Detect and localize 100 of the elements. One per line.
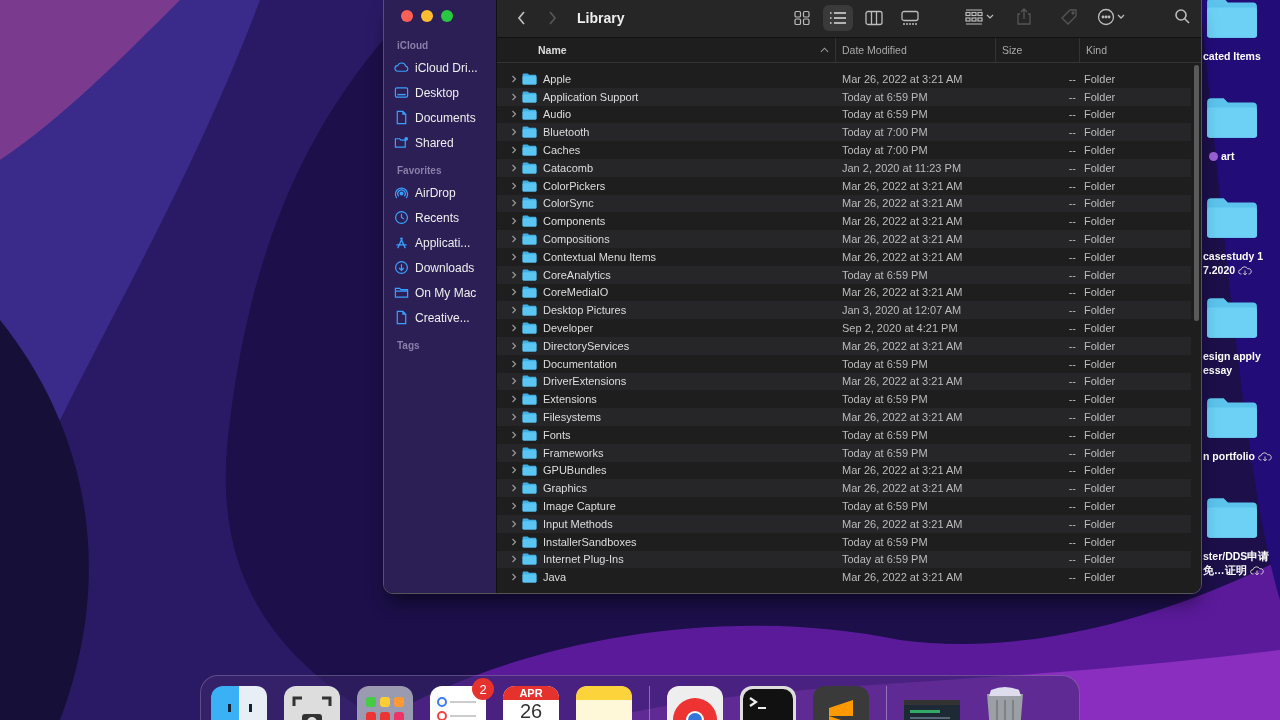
sidebar-item[interactable]: iCloud Dri...	[394, 55, 496, 80]
disclosure-chevron-icon[interactable]	[510, 92, 518, 101]
more-button[interactable]	[1097, 8, 1127, 28]
zoom-button[interactable]	[441, 10, 453, 22]
sidebar-item[interactable]: Documents	[394, 105, 496, 130]
column-header[interactable]: Name	[497, 38, 836, 62]
sidebar-item[interactable]: On My Mac	[394, 280, 496, 305]
file-name[interactable]: Caches	[543, 144, 581, 157]
kind-cell: Folder	[1084, 428, 1116, 441]
folder-icon[interactable]	[1205, 0, 1259, 40]
calendar-app-icon[interactable]: APR 26	[503, 686, 559, 720]
date-cell: Mar 26, 2022 at 3:21 AM	[842, 179, 963, 192]
sidebar-item[interactable]: AirDrop	[394, 180, 496, 205]
file-name[interactable]: Extensions	[543, 393, 597, 406]
scrollbar[interactable]	[1194, 65, 1199, 321]
date-cell: Today at 7:00 PM	[842, 126, 928, 139]
disclosure-chevron-icon[interactable]	[510, 395, 518, 404]
applications-icon	[394, 235, 409, 250]
file-name[interactable]: Developer	[543, 322, 594, 335]
disclosure-chevron-icon[interactable]	[510, 324, 518, 333]
disclosure-chevron-icon[interactable]	[510, 413, 518, 422]
file-name[interactable]: DriverExtensions	[543, 375, 627, 388]
disclosure-chevron-icon[interactable]	[510, 466, 518, 475]
file-name[interactable]: GPUBundles	[543, 464, 607, 477]
file-name[interactable]: Filesystems	[543, 411, 602, 424]
disclosure-chevron-icon[interactable]	[510, 306, 518, 315]
disclosure-chevron-icon[interactable]	[510, 502, 518, 510]
folder-icon	[522, 339, 537, 352]
file-name[interactable]: Compositions	[543, 233, 610, 246]
size-cell: --	[1068, 428, 1076, 441]
disclosure-chevron-icon[interactable]	[510, 252, 518, 261]
column-header[interactable]: Size	[996, 38, 1080, 62]
size-cell: --	[1068, 446, 1076, 459]
folder-icon[interactable]	[1205, 296, 1259, 340]
group-button[interactable]	[965, 8, 995, 28]
disclosure-chevron-icon[interactable]	[510, 181, 518, 190]
file-name[interactable]: Audio	[543, 108, 572, 121]
file-name[interactable]: DirectoryServices	[543, 339, 630, 352]
disclosure-chevron-icon[interactable]	[510, 377, 518, 386]
disclosure-chevron-icon[interactable]	[510, 448, 518, 457]
disclosure-chevron-icon[interactable]	[510, 199, 518, 208]
sidebar-item[interactable]: Downloads	[394, 255, 496, 280]
disclosure-chevron-icon[interactable]	[510, 217, 518, 226]
file-name[interactable]: CoreAnalytics	[543, 268, 611, 281]
disclosure-chevron-icon[interactable]	[510, 341, 518, 350]
column-header[interactable]: Date Modified	[836, 38, 996, 62]
column-header[interactable]: Kind	[1080, 38, 1190, 62]
file-name[interactable]: Java	[543, 571, 567, 584]
sidebar-item[interactable]: Creative...	[394, 305, 496, 330]
folder-icon	[522, 464, 537, 477]
disclosure-chevron-icon[interactable]	[510, 128, 518, 137]
disclosure-chevron-icon[interactable]	[510, 537, 518, 546]
disclosure-chevron-icon[interactable]	[510, 573, 518, 582]
file-name[interactable]: Application Support	[543, 90, 639, 103]
sidebar-item[interactable]: Shared	[394, 130, 496, 155]
file-name[interactable]: Apple	[543, 72, 572, 85]
disclosure-chevron-icon[interactable]	[510, 270, 518, 279]
disclosure-chevron-icon[interactable]	[510, 519, 518, 528]
sidebar-item[interactable]: Desktop	[394, 80, 496, 105]
disclosure-chevron-icon[interactable]	[510, 430, 518, 439]
folder-icon[interactable]	[1205, 196, 1259, 240]
disclosure-chevron-icon[interactable]	[510, 74, 518, 83]
folder-icon[interactable]	[1205, 96, 1259, 140]
file-name[interactable]: ColorPickers	[543, 179, 606, 192]
sidebar-item[interactable]: Recents	[394, 205, 496, 230]
forward-chevron-icon	[547, 10, 557, 26]
folder-icon	[522, 517, 537, 530]
disclosure-chevron-icon[interactable]	[510, 555, 518, 564]
file-name: ster/DDS申请	[1203, 549, 1270, 563]
file-name[interactable]: Documentation	[543, 357, 617, 370]
file-name[interactable]: Image Capture	[543, 500, 616, 512]
folder-icon[interactable]	[1205, 396, 1259, 440]
file-name[interactable]: InstallerSandboxes	[543, 535, 637, 548]
folder-icon[interactable]	[1205, 496, 1259, 540]
disclosure-chevron-icon[interactable]	[510, 163, 518, 172]
file-name[interactable]: Components	[543, 215, 606, 228]
disclosure-chevron-icon[interactable]	[510, 110, 518, 119]
file-name[interactable]: ColorSync	[543, 197, 594, 210]
kind-cell: Folder	[1084, 161, 1116, 174]
disclosure-chevron-icon[interactable]	[510, 359, 518, 368]
disclosure-chevron-icon[interactable]	[510, 484, 518, 493]
kind-cell: Folder	[1084, 250, 1116, 263]
disclosure-chevron-icon[interactable]	[510, 146, 518, 155]
list-view-button[interactable]	[823, 5, 853, 31]
file-name[interactable]: Input Methods	[543, 517, 613, 530]
file-name[interactable]: CoreMediaIO	[543, 286, 609, 299]
file-name[interactable]: Frameworks	[543, 446, 604, 459]
file-name[interactable]: Desktop Pictures	[543, 304, 627, 317]
file-name[interactable]: Graphics	[543, 482, 588, 495]
file-name[interactable]: Fonts	[543, 428, 571, 441]
disclosure-chevron-icon[interactable]	[510, 288, 518, 297]
close-button[interactable]	[401, 10, 413, 22]
disclosure-chevron-icon[interactable]	[510, 235, 518, 244]
minimize-button[interactable]	[421, 10, 433, 22]
file-name[interactable]: Catacomb	[543, 161, 594, 174]
size-cell: --	[1068, 268, 1076, 281]
file-name[interactable]: Bluetooth	[543, 126, 590, 139]
file-name[interactable]: Internet Plug-Ins	[543, 553, 624, 566]
sidebar-item[interactable]: Applicati...	[394, 230, 496, 255]
file-name[interactable]: Contextual Menu Items	[543, 250, 657, 263]
